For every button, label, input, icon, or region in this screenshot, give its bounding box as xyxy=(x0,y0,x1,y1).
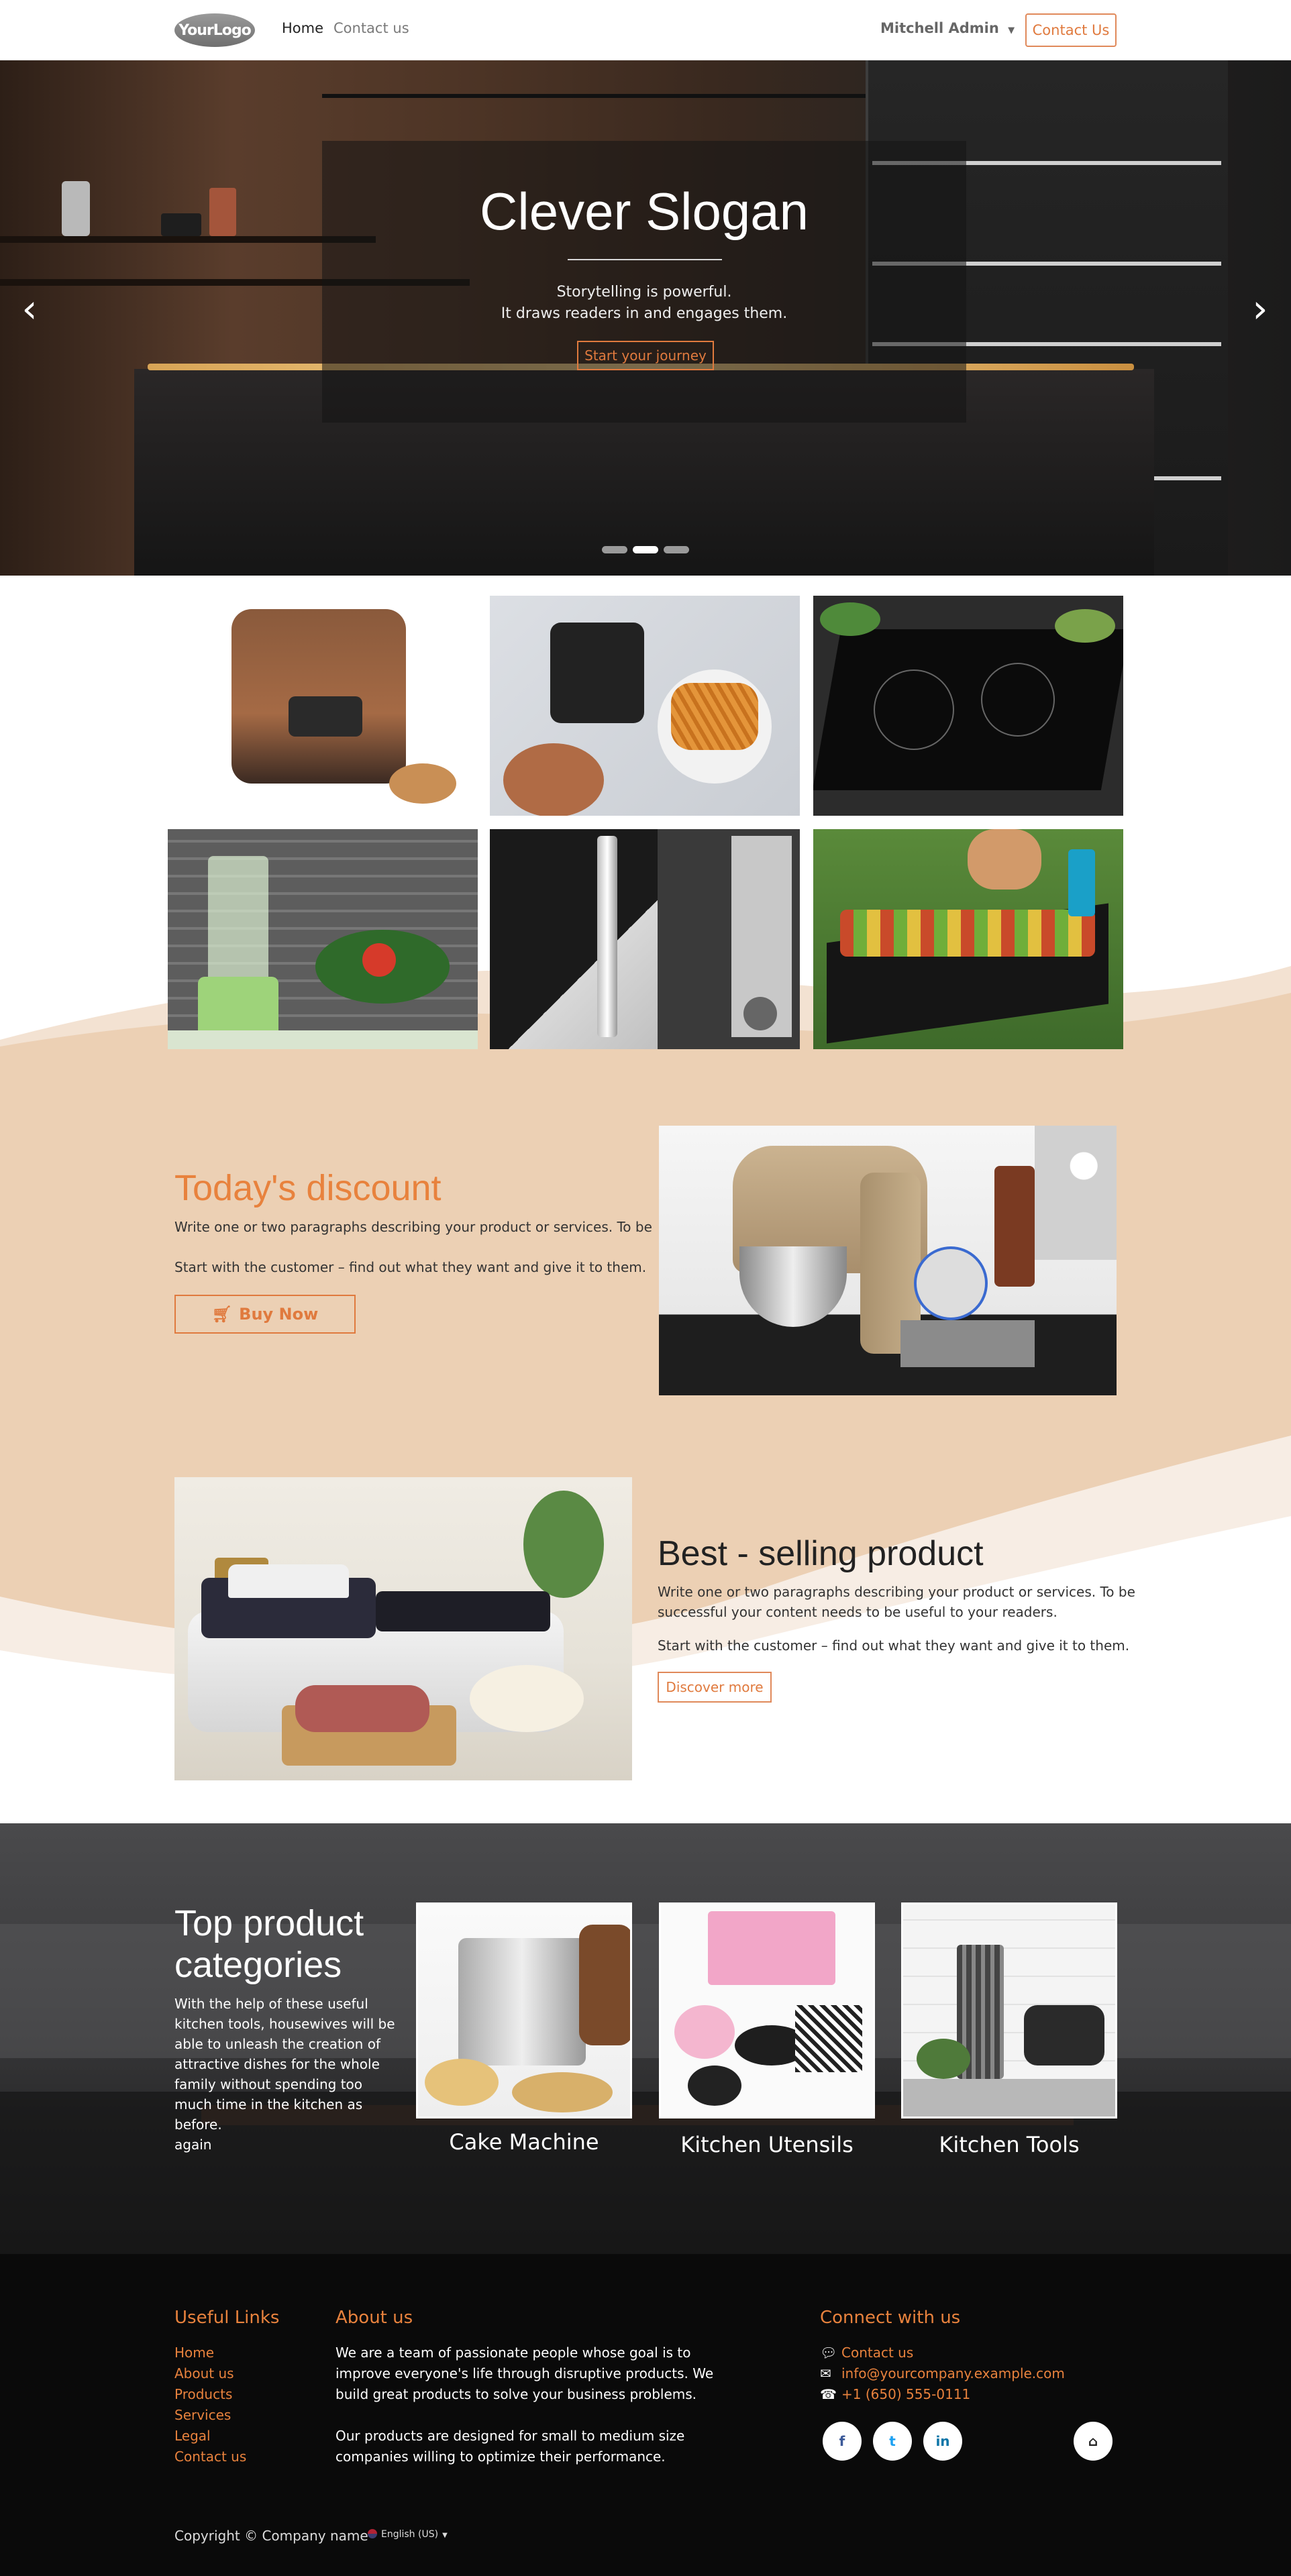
discount-paragraph: Write one or two paragraphs describing y… xyxy=(174,1219,652,1235)
carousel-prev-arrow-icon[interactable]: ‹ xyxy=(16,286,43,331)
kettle-decor xyxy=(62,181,90,236)
caret-down-icon: ▼ xyxy=(1008,25,1015,36)
grill-pan-image xyxy=(174,1477,632,1780)
about-line: Our products are designed for small to m… xyxy=(335,2428,685,2444)
footer-link-home[interactable]: Home xyxy=(174,2343,246,2363)
best-paragraph-line: Write one or two paragraphs describing y… xyxy=(658,1584,1135,1600)
copyright-text: Copyright © Company name xyxy=(174,2528,368,2544)
gallery-image-air-fryer[interactable] xyxy=(490,596,800,816)
category-card-kitchen-utensils[interactable] xyxy=(659,1902,875,2118)
language-label: English (US) xyxy=(381,2529,439,2540)
connect-title: Connect with us xyxy=(820,2308,961,2328)
gallery-image-bbq-grill[interactable] xyxy=(813,829,1123,1049)
gallery-image-rice-cooker[interactable] xyxy=(168,596,478,816)
gallery-image-induction-cooktop[interactable] xyxy=(813,596,1123,816)
facebook-icon[interactable]: f xyxy=(823,2422,862,2461)
jar-decor xyxy=(209,188,236,236)
discount-paragraph: Start with the customer – find out what … xyxy=(174,1259,647,1275)
user-menu[interactable]: Mitchell Admin ▼ xyxy=(880,20,1015,36)
user-name: Mitchell Admin xyxy=(880,20,999,36)
useful-links-list: Home About us Products Services Legal Co… xyxy=(174,2343,246,2467)
best-paragraph-line: successful your content needs to be usef… xyxy=(658,1604,1057,1620)
discover-more-button[interactable]: Discover more xyxy=(658,1672,772,1703)
hero-divider xyxy=(568,259,722,260)
buy-now-button[interactable]: 🛒︎ Buy Now xyxy=(174,1295,356,1334)
start-journey-button[interactable]: Start your journey xyxy=(577,341,714,370)
carousel-indicator[interactable] xyxy=(664,546,689,553)
carousel-indicator-active[interactable] xyxy=(633,546,658,553)
best-paragraph: Write one or two paragraphs describing y… xyxy=(658,1582,1135,1622)
connect-email-item[interactable]: ✉ info@yourcompany.example.com xyxy=(820,2363,1065,2384)
about-us-title: About us xyxy=(335,2308,413,2328)
navbar: YourLogo Home Contact us Mitchell Admin … xyxy=(0,0,1291,60)
nav-home[interactable]: Home xyxy=(282,20,323,36)
categories-description: With the help of these useful kitchen to… xyxy=(174,1994,396,2155)
hero-subtitle-line: It draws readers in and engages them. xyxy=(501,305,788,322)
carousel-next-arrow-icon[interactable]: › xyxy=(1247,286,1274,331)
shelf xyxy=(0,236,376,243)
connect-contact-link[interactable]: Contact us xyxy=(841,2345,913,2361)
hero-subtitle-line: Storytelling is powerful. xyxy=(556,284,732,301)
footer-link-legal[interactable]: Legal xyxy=(174,2426,246,2447)
hero-carousel: Clever Slogan Storytelling is powerful. … xyxy=(0,60,1291,576)
footer-link-services[interactable]: Services xyxy=(174,2405,246,2426)
about-line: We are a team of passionate people whose… xyxy=(335,2345,691,2361)
hero-title: Clever Slogan xyxy=(480,182,809,241)
about-line: companies willing to optimize their perf… xyxy=(335,2449,666,2465)
footer-link-products[interactable]: Products xyxy=(174,2384,246,2405)
logo[interactable]: YourLogo xyxy=(174,13,255,47)
category-label-kitchen-tools[interactable]: Kitchen Tools xyxy=(901,2132,1117,2157)
about-us-text: We are a team of passionate people whose… xyxy=(335,2343,713,2467)
category-card-kitchen-tools[interactable] xyxy=(901,1902,1117,2118)
best-paragraph: Start with the customer – find out what … xyxy=(658,1638,1130,1654)
gallery-image-microwave[interactable] xyxy=(490,829,800,1049)
language-selector[interactable]: English (US) ▼ xyxy=(368,2529,448,2540)
ceiling-rail xyxy=(322,94,899,98)
gallery-image-blender[interactable] xyxy=(168,829,478,1049)
home-icon[interactable]: ⌂ xyxy=(1074,2422,1113,2461)
footer-link-about-us[interactable]: About us xyxy=(174,2363,246,2384)
discount-title: Today's discount xyxy=(174,1168,442,1208)
about-line: build great products to solve your busin… xyxy=(335,2386,697,2402)
comment-icon: 💬︎ xyxy=(820,2345,837,2361)
hero-subtitle: Storytelling is powerful. It draws reade… xyxy=(322,282,966,325)
phone-icon: ☎ xyxy=(820,2386,837,2402)
useful-links-title: Useful Links xyxy=(174,2308,280,2328)
carousel-indicator[interactable] xyxy=(602,546,627,553)
nav-contact-us[interactable]: Contact us xyxy=(333,20,409,36)
email-link[interactable]: info@yourcompany.example.com xyxy=(841,2365,1065,2381)
connect-contact-item[interactable]: 💬︎ Contact us xyxy=(820,2343,1065,2363)
category-label-kitchen-utensils[interactable]: Kitchen Utensils xyxy=(659,2132,875,2157)
again-link[interactable]: again xyxy=(174,2135,396,2155)
connect-list: 💬︎ Contact us ✉ info@yourcompany.example.c… xyxy=(820,2343,1065,2405)
category-label-cake-machine[interactable]: Cake Machine xyxy=(416,2129,632,2155)
contact-us-button[interactable]: Contact Us xyxy=(1025,13,1117,47)
stand-mixer-image xyxy=(659,1126,1117,1395)
footer-link-contact-us[interactable]: Contact us xyxy=(174,2447,246,2467)
connect-phone-item[interactable]: ☎ +1 (650) 555-0111 xyxy=(820,2384,1065,2405)
cart-icon: 🛒︎ xyxy=(211,1305,233,1324)
flag-icon xyxy=(368,2529,377,2538)
buy-now-label: Buy Now xyxy=(239,1305,319,1324)
envelope-icon: ✉ xyxy=(820,2365,831,2381)
categories-title: Top product categories xyxy=(174,1902,364,1986)
twitter-icon[interactable]: t xyxy=(873,2422,912,2461)
about-line: improve everyone's life through disrupti… xyxy=(335,2365,714,2381)
best-selling-title: Best - selling product xyxy=(658,1534,984,1573)
linkedin-icon[interactable]: in xyxy=(923,2422,962,2461)
caret-down-icon: ▼ xyxy=(442,2532,448,2539)
categories-title-line: categories xyxy=(174,1945,342,1985)
categories-title-line: Top product xyxy=(174,1903,364,1943)
category-card-cake-machine[interactable] xyxy=(416,1902,632,2118)
categories-description-text: With the help of these useful kitchen to… xyxy=(174,1996,395,2133)
phone-link[interactable]: +1 (650) 555-0111 xyxy=(841,2386,970,2402)
pot-decor xyxy=(161,213,201,236)
